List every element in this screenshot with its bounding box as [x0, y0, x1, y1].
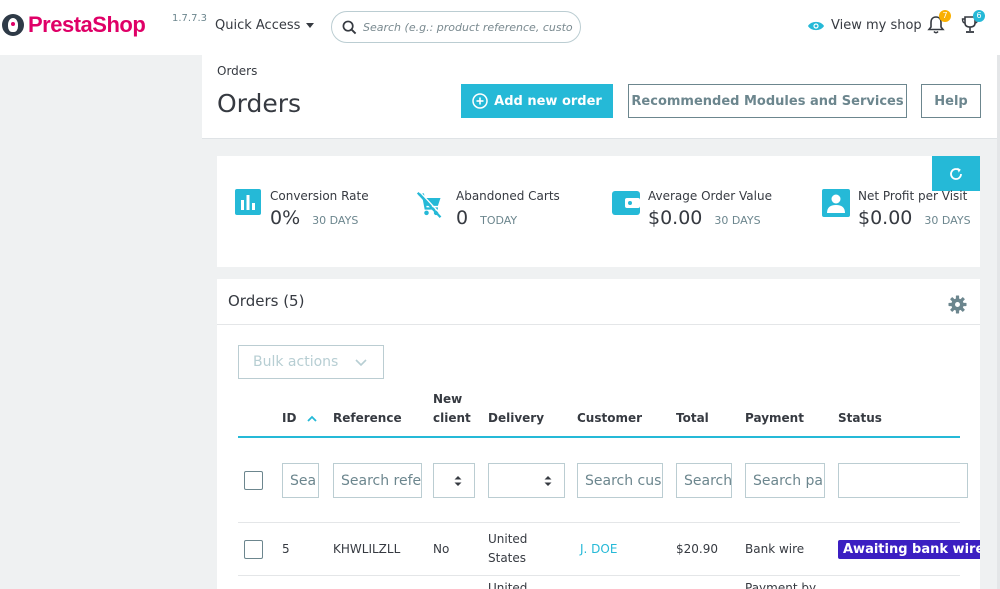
sort-asc-icon[interactable]	[306, 415, 317, 422]
gear-icon[interactable]	[948, 295, 967, 314]
cell-id: 5	[282, 542, 290, 556]
kpi-label: Conversion Rate	[270, 189, 369, 203]
filter-payment-input[interactable]: Search pa	[745, 463, 825, 498]
customers-badge: 6	[973, 10, 985, 22]
cell-reference: KHWLILZLL	[333, 542, 401, 556]
refresh-kpi-button[interactable]	[932, 156, 980, 191]
filter-id-input[interactable]: Sea	[282, 463, 319, 498]
version-label: 1.7.7.3	[172, 13, 207, 24]
kpi-label: Average Order Value	[648, 189, 772, 203]
kpi-panel: Conversion Rate 0% 30 DAYS Abandoned Car…	[217, 156, 980, 267]
view-my-shop-link[interactable]: View my shop	[807, 18, 922, 33]
cell-customer-link[interactable]: J. DOE	[580, 540, 617, 559]
column-header-customer[interactable]: Customer	[577, 409, 642, 428]
bulk-actions-label: Bulk actions	[253, 354, 339, 370]
add-new-order-button[interactable]: Add new order	[461, 84, 613, 118]
page-toolbar: Orders Orders Add new order Recommended …	[202, 55, 997, 139]
wallet-icon	[612, 189, 640, 221]
orders-panel: Orders (5) Bulk actions ID Reference New	[217, 279, 980, 589]
quick-access-label: Quick Access	[215, 18, 301, 33]
divider	[238, 575, 960, 576]
filter-new-client-select[interactable]	[433, 463, 475, 498]
notification-bell[interactable]: 7	[927, 10, 951, 39]
help-button[interactable]: Help	[921, 84, 981, 118]
kpi-value: $0.00	[648, 207, 703, 229]
kpi-abandoned-carts[interactable]: Abandoned Carts 0 TODAY	[416, 189, 560, 229]
orders-panel-header: Orders (5)	[217, 279, 980, 325]
status-badge[interactable]: Awaiting bank wire payment	[838, 540, 980, 559]
column-header-delivery[interactable]: Delivery	[488, 409, 544, 428]
search-box[interactable]	[331, 11, 581, 43]
column-header-new-client[interactable]: New client	[433, 390, 471, 428]
column-header-status[interactable]: Status	[838, 409, 882, 428]
caret-down-icon	[306, 23, 315, 28]
cell-total: $20.90	[676, 542, 718, 556]
orders-badge: 7	[939, 10, 951, 22]
select-arrows-icon	[454, 476, 462, 486]
search-icon	[342, 20, 357, 34]
account-box-icon	[822, 189, 850, 221]
kpi-average-order-value[interactable]: Average Order Value $0.00 30 DAYS	[612, 189, 772, 229]
add-circle-icon	[472, 93, 488, 109]
filter-customer-input[interactable]: Search cus	[577, 463, 663, 498]
kpi-value: $0.00	[858, 207, 913, 229]
kpi-period: TODAY	[480, 214, 518, 227]
kpi-label: Abandoned Carts	[456, 189, 560, 203]
breadcrumb[interactable]: Orders	[217, 64, 257, 78]
column-header-payment[interactable]: Payment	[745, 409, 804, 428]
kpi-value: 0%	[270, 207, 301, 229]
filter-delivery-select[interactable]	[488, 463, 565, 498]
kpi-value: 0	[456, 207, 469, 229]
kpi-period: 30 DAYS	[714, 214, 761, 227]
brand-name: PrestaShop	[28, 12, 146, 37]
add-new-order-label: Add new order	[494, 93, 602, 109]
cart-off-icon	[416, 189, 444, 221]
column-header-total[interactable]: Total	[676, 409, 709, 428]
top-header: PrestaShop 1.7.7.3 Quick Access View my …	[0, 0, 1000, 55]
search-input[interactable]	[363, 20, 573, 34]
cell-payment-partial: Payment by	[745, 581, 817, 589]
column-header-reference[interactable]: Reference	[333, 409, 402, 428]
filter-reference-input[interactable]: Search refe	[333, 463, 422, 498]
prestashop-logo[interactable]: PrestaShop	[2, 12, 146, 38]
refresh-icon	[950, 167, 962, 180]
kpi-period: 30 DAYS	[924, 214, 971, 227]
view-my-shop-label: View my shop	[831, 18, 922, 33]
cell-delivery: United States	[488, 532, 528, 565]
page-title: Orders	[217, 89, 302, 118]
cell-delivery-partial: United	[488, 581, 528, 589]
cell-new-client: No	[433, 542, 450, 556]
kpi-period: 30 DAYS	[312, 214, 359, 227]
filter-total-input[interactable]: Search	[676, 463, 732, 498]
eye-icon	[808, 21, 824, 30]
kpi-net-profit-per-visit[interactable]: Net Profit per Visit $0.00 30 DAYS	[822, 189, 971, 229]
kpi-label: Net Profit per Visit	[858, 189, 968, 203]
bulk-actions-dropdown[interactable]: Bulk actions	[238, 345, 384, 379]
recommended-modules-button[interactable]: Recommended Modules and Services	[628, 84, 907, 118]
orders-title: Orders (5)	[228, 292, 305, 310]
select-all-checkbox[interactable]	[244, 471, 263, 490]
cell-payment: Bank wire	[745, 542, 805, 556]
bar-chart-icon	[234, 189, 262, 221]
kpi-conversion-rate[interactable]: Conversion Rate 0% 30 DAYS	[234, 189, 369, 229]
filter-status-select[interactable]	[838, 463, 968, 498]
divider	[238, 522, 960, 523]
puffin-logo-icon	[2, 14, 24, 36]
customer-notifications[interactable]: 6	[961, 10, 985, 39]
select-arrows-icon	[544, 476, 552, 486]
column-header-id[interactable]: ID	[282, 409, 317, 428]
row-checkbox[interactable]	[244, 540, 263, 559]
chevron-down-icon	[355, 359, 367, 367]
header-underline	[238, 436, 960, 438]
quick-access-dropdown[interactable]: Quick Access	[215, 18, 315, 33]
